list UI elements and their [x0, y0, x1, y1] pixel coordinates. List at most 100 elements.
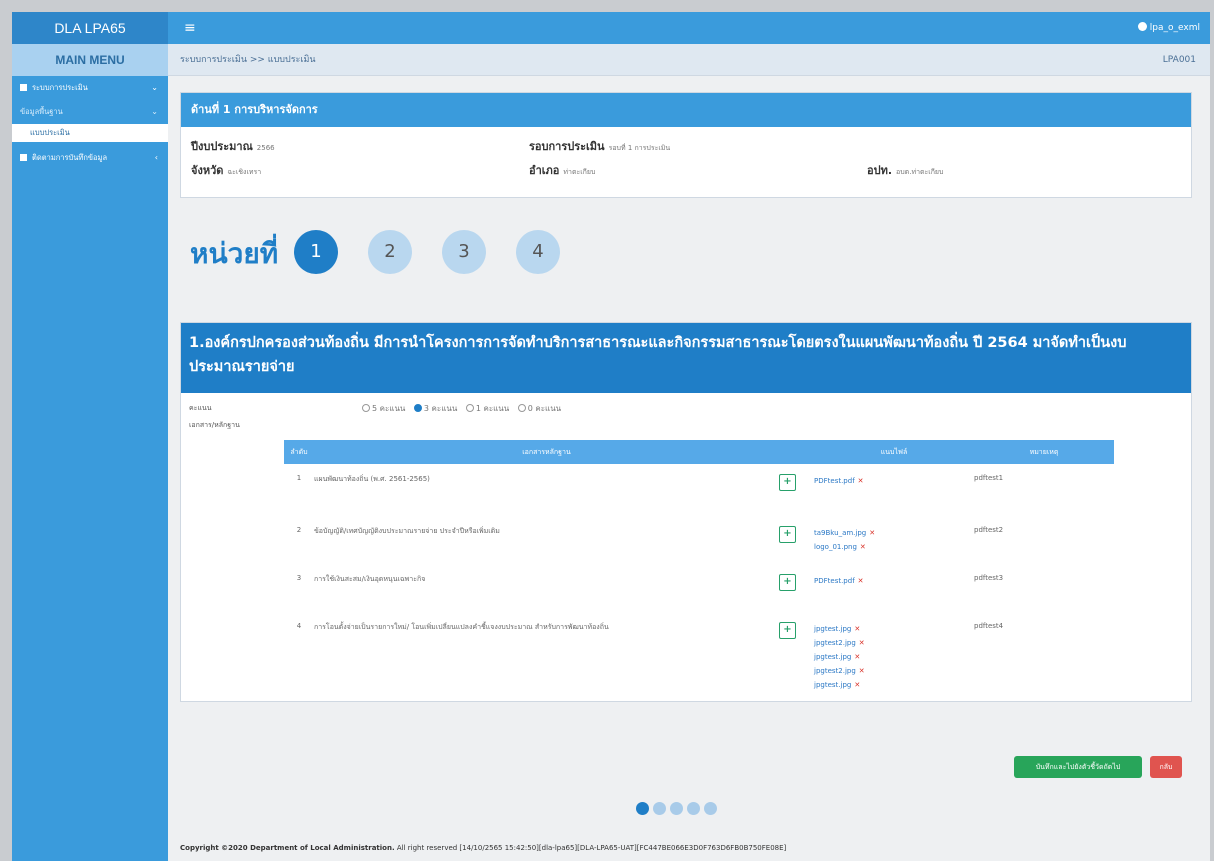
notes-field[interactable]: pdftest4 [974, 612, 1114, 706]
file-item: jpgtest2.jpg ✕ [814, 664, 974, 678]
notes-field[interactable]: pdftest3 [974, 564, 1114, 612]
top-bar: DLA LPA65 ≡ lpa_o_exml [12, 12, 1210, 44]
column-header-upload [779, 440, 814, 464]
user-name: lpa_o_exml [1149, 23, 1200, 33]
file-link[interactable]: jpgtest2.jpg [814, 639, 856, 647]
unit-2-button[interactable]: 2 [368, 230, 412, 274]
file-link[interactable]: jpgtest.jpg [814, 653, 851, 661]
unit-selector: หน่วยที่ 1 2 3 4 [190, 226, 790, 282]
main-menu-title: MAIN MENU [12, 44, 168, 76]
question-card: 1.องค์กรปกครองส่วนท้องถิ่น มีการนำโครงกา… [180, 322, 1192, 702]
file-item: jpgtest.jpg ✕ [814, 622, 974, 636]
assessment-round: รอบการประเมิน รอบที่ 1 การประเมิน [529, 140, 671, 153]
pager-dot[interactable] [653, 802, 666, 815]
info-card: ด้านที่ 1 การบริหารจัดการ ปีงบประมาณ 2566… [180, 92, 1192, 198]
book-icon [20, 154, 27, 161]
delete-icon[interactable]: ✕ [854, 653, 860, 661]
column-header-document: เอกสารหลักฐาน [314, 440, 779, 464]
delete-icon[interactable]: ✕ [854, 625, 860, 633]
delete-icon[interactable]: ✕ [859, 639, 865, 647]
pager-dot[interactable] [670, 802, 683, 815]
info-card-title: ด้านที่ 1 การบริหารจัดการ [181, 93, 1191, 127]
column-header-attachments: แนบไฟล์ [814, 440, 974, 464]
delete-icon[interactable]: ✕ [859, 667, 865, 675]
notes-field[interactable]: pdftest2 [974, 516, 1114, 564]
upload-icon[interactable]: + [779, 526, 796, 543]
upload-icon[interactable]: + [779, 574, 796, 591]
file-item: jpgtest.jpg ✕ [814, 650, 974, 664]
footer-info: All right reserved [14/10/2565 15:42:50]… [396, 844, 787, 852]
main-content: ระบบการประเมิน >> แบบประเมิน LPA001 ด้าน… [168, 44, 1210, 861]
file-item: ta9Bku_am.jpg ✕ [814, 526, 974, 540]
score-option-0[interactable]: 0 คะแนน [512, 404, 561, 413]
breadcrumb: ระบบการประเมิน >> แบบประเมิน LPA001 [168, 44, 1210, 76]
notes-field[interactable]: pdftest1 [974, 464, 1114, 516]
pager [636, 802, 721, 818]
delete-icon[interactable]: ✕ [869, 529, 875, 537]
sidebar-item-label: ติดตามการบันทึกข้อมูล [32, 153, 108, 162]
pager-dot[interactable] [636, 802, 649, 815]
pager-dot[interactable] [704, 802, 717, 815]
file-link[interactable]: jpgtest.jpg [814, 681, 851, 689]
sidebar-item-basic-data[interactable]: ข้อมูลพื้นฐาน ⌄ [12, 100, 168, 124]
sidebar-item-label: ข้อมูลพื้นฐาน [20, 107, 63, 116]
table-row: 2 ข้อบัญญัติ/เทศบัญญัติงบประมาณรายจ่าย ป… [284, 516, 1114, 564]
footer: Copyright ©2020 Department of Local Admi… [180, 844, 786, 852]
save-next-button[interactable]: บันทึกและไปยังตัวชี้วัดถัดไป [1014, 756, 1142, 778]
chevron-down-icon: ⌄ [151, 107, 158, 116]
column-header-no: ลำดับ [284, 440, 314, 464]
unit-3-button[interactable]: 3 [442, 230, 486, 274]
file-link[interactable]: ta9Bku_am.jpg [814, 529, 866, 537]
delete-icon[interactable]: ✕ [858, 477, 864, 485]
score-options: 5 คะแนน 3 คะแนน 1 คะแนน 0 คะแนน [356, 402, 561, 415]
score-option-3[interactable]: 3 คะแนน [408, 404, 457, 413]
column-header-notes: หมายเหตุ [974, 440, 1114, 464]
brand-logo[interactable]: DLA LPA65 [12, 12, 168, 44]
district: อำเภอ ท่าตะเกียบ [529, 164, 596, 177]
radio-selected-icon [413, 404, 422, 412]
radio-icon [465, 404, 474, 412]
footer-copyright: Copyright ©2020 Department of Local Admi… [180, 844, 395, 852]
file-link[interactable]: logo_01.png [814, 543, 857, 551]
table-row: 1 แผนพัฒนาท้องถิ่น (พ.ศ. 2561-2565) + PD… [284, 464, 1114, 516]
file-link[interactable]: PDFtest.pdf [814, 577, 855, 585]
file-item: PDFtest.pdf ✕ [814, 574, 974, 588]
score-option-5[interactable]: 5 คะแนน [356, 404, 405, 413]
score-option-1[interactable]: 1 คะแนน [460, 404, 509, 413]
delete-icon[interactable]: ✕ [858, 577, 864, 585]
table-row: 4 การโอนตั้งจ่ายเป็นรายการใหม่/ โอนเพิ่ม… [284, 612, 1114, 706]
documents-label: เอกสาร/หลักฐาน [189, 421, 240, 429]
sidebar-item-label: ระบบการประเมิน [32, 83, 88, 92]
question-title: 1.องค์กรปกครองส่วนท้องถิ่น มีการนำโครงกา… [181, 323, 1191, 393]
radio-icon [517, 404, 526, 412]
file-link[interactable]: jpgtest.jpg [814, 625, 851, 633]
file-item: jpgtest.jpg ✕ [814, 678, 974, 692]
delete-icon[interactable]: ✕ [860, 543, 866, 551]
upload-icon[interactable]: + [779, 474, 796, 491]
back-button[interactable]: กลับ [1150, 756, 1182, 778]
user-icon [1137, 22, 1147, 31]
file-item: logo_01.png ✕ [814, 540, 974, 554]
sidebar-item-assessment-system[interactable]: ระบบการประเมิน ⌄ [12, 76, 168, 100]
delete-icon[interactable]: ✕ [854, 681, 860, 689]
unit-4-button[interactable]: 4 [516, 230, 560, 274]
fiscal-year: ปีงบประมาณ 2566 [191, 140, 275, 153]
province: จังหวัด ฉะเชิงเทรา [191, 164, 262, 177]
documents-table: ลำดับ เอกสารหลักฐาน แนบไฟล์ หมายเหตุ 1 แ… [284, 440, 1114, 706]
breadcrumb-path[interactable]: ระบบการประเมิน >> แบบประเมิน [180, 55, 316, 65]
pager-dot[interactable] [687, 802, 700, 815]
user-menu[interactable]: lpa_o_exml [1137, 12, 1200, 44]
file-link[interactable]: PDFtest.pdf [814, 477, 855, 485]
document-icon [20, 84, 27, 91]
radio-icon [362, 404, 370, 412]
hamburger-menu-icon[interactable]: ≡ [184, 12, 196, 44]
sidebar-subitem-assessment-form[interactable]: แบบประเมิน [12, 124, 168, 142]
sidebar-item-tracking[interactable]: ติดตามการบันทึกข้อมูล ‹ [12, 146, 168, 170]
file-link[interactable]: jpgtest2.jpg [814, 667, 856, 675]
score-label: คะแนน [189, 404, 212, 412]
table-row: 3 การใช้เงินสะสม/เงินอุดหนุนเฉพาะกิจ + P… [284, 564, 1114, 612]
unit-1-button[interactable]: 1 [294, 230, 338, 274]
upload-icon[interactable]: + [779, 622, 796, 639]
unit-label: หน่วยที่ [190, 237, 279, 270]
sidebar: MAIN MENU ระบบการประเมิน ⌄ ข้อมูลพื้นฐาน… [12, 44, 168, 861]
